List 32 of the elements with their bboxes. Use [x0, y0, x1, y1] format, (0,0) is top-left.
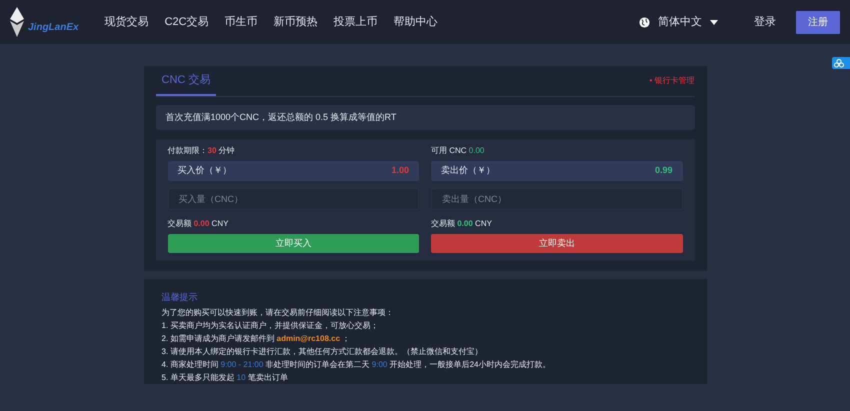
tips-title: 温馨提示 — [162, 291, 198, 304]
amount-field[interactable]: 卖出量（CNC） — [431, 188, 682, 210]
nav-link[interactable]: 帮助中心 — [394, 14, 438, 30]
total-text: 交易额 0.00 CNY — [168, 218, 230, 230]
notice-text: 首次充值满1000个CNC，返还总额的 0.5 换算成等值的RT — [156, 104, 694, 130]
tip-line: 为了您的购买可以快速到账，请在交易前仔细阅读以下注意事项： — [162, 306, 394, 318]
price-field: 卖出价（￥） 0.99 — [431, 161, 682, 181]
tip-line: 5. 单天最多只能发起 10 笔卖出订单 — [162, 372, 289, 384]
amount-field[interactable]: 买入量（CNC） — [168, 188, 419, 210]
price-field: 买入价（￥） 1.00 — [168, 161, 419, 181]
nav-link[interactable]: C2C交易 — [164, 14, 209, 30]
login-link[interactable]: 登录 — [754, 14, 776, 30]
nav-link[interactable]: 新币预热 — [274, 14, 318, 30]
tip-line: 1. 买卖商户均为实名认证商户，并提供保证金，可放心交易； — [162, 320, 380, 332]
tip-line: 4. 商家处理时间 9:00 - 21:00 非处理时间的订单会在第二天 9:00 开始处理，一般接单后24小时内会完成打款。 — [162, 358, 552, 370]
nav-link[interactable]: 币生币 — [224, 14, 258, 30]
diamond-logo-icon — [10, 7, 24, 37]
tip-line: 3. 请使用本人绑定的银行卡进行汇款，其他任何方式汇款都会退款。（禁止微信和支付宝） — [162, 346, 484, 358]
language-selector[interactable]: 简体中文 — [658, 14, 702, 30]
sell-button[interactable]: 立即卖出 — [431, 234, 682, 253]
bank-card-link[interactable]: • 银行卡管理 — [649, 74, 694, 87]
globe-icon — [639, 16, 650, 28]
available-balance: 可用 CNC 0.00 — [431, 145, 486, 157]
caret-icon[interactable] — [710, 20, 718, 24]
register-button[interactable]: 注册 — [796, 10, 840, 34]
payment-limit-text: 付款期限：30 分钟 — [168, 145, 236, 157]
nav-link[interactable]: 投票上币 — [334, 14, 378, 30]
nav-link[interactable]: 现货交易 — [104, 14, 149, 30]
cloud-icon[interactable] — [832, 57, 850, 69]
total-text: 交易额 0.00 CNY — [431, 218, 493, 230]
logo-text: JingLanEx — [28, 20, 79, 34]
tip-line: 2. 如需申请成为商户请发邮件到 admin@rc108.cc ； — [162, 332, 352, 344]
